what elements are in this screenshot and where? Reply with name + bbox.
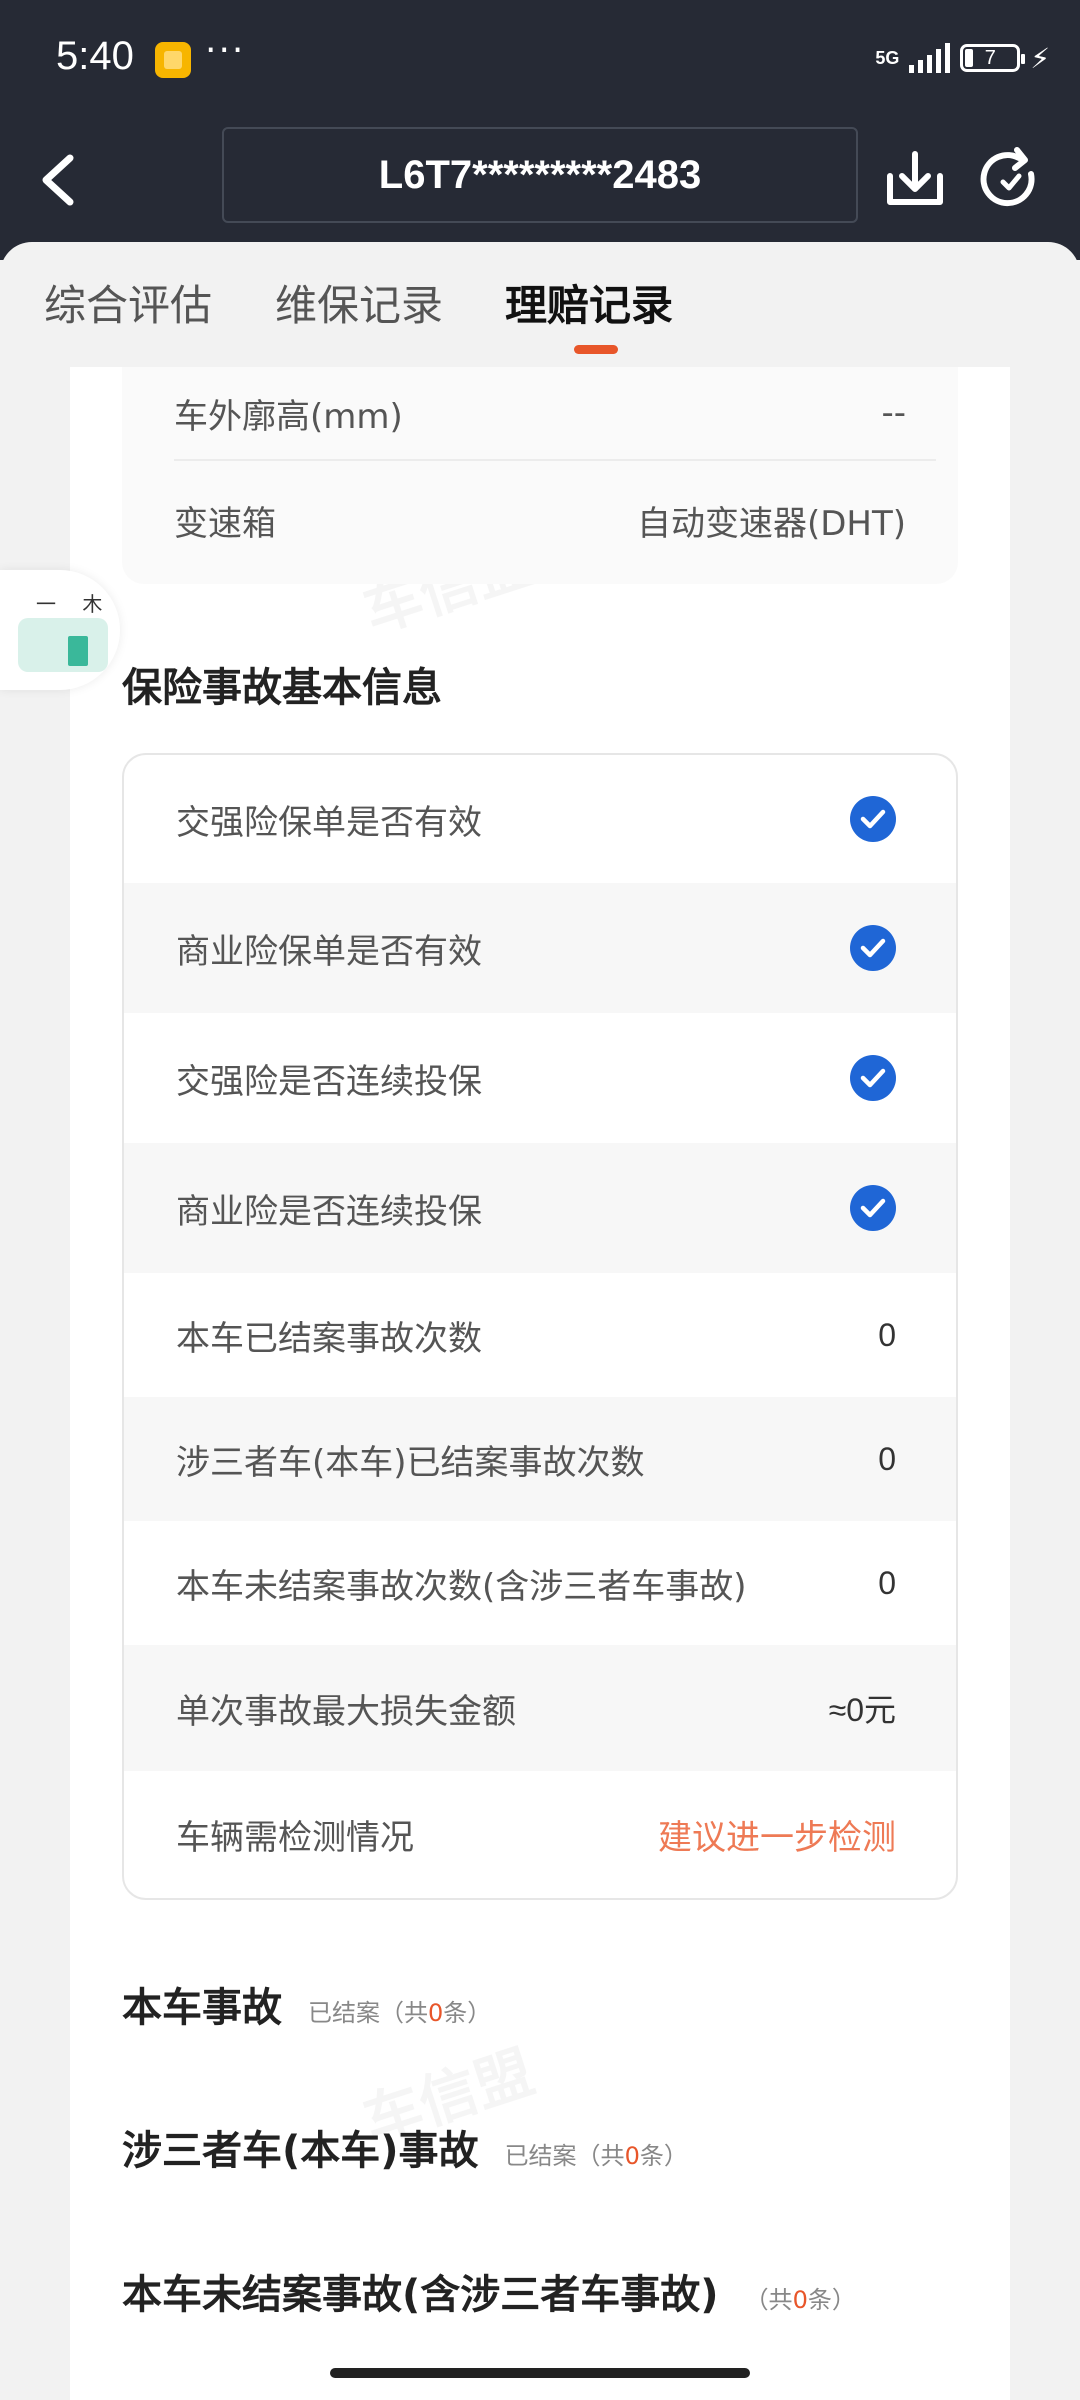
vehicle-info-row: 变速箱 自动变速器(DHT) [174,461,906,579]
accident-count: 已结案（共0条） [308,1999,492,2027]
refresh-button[interactable] [975,140,1045,220]
network-type: 5G [875,48,900,68]
signal-icon [909,43,951,73]
chevron-left-icon [42,154,74,206]
row-label: 交强险是否连续投保 [176,1061,482,1102]
battery-level: 7 [984,46,996,69]
accident-section-title: 本车事故 [122,1985,282,2031]
insurance-row: 车辆需检测情况 建议进一步检测 [124,1771,956,1898]
vehicle-info-row: 车外廓高(mm) -- [174,367,906,459]
row-label: 商业险是否连续投保 [176,1191,482,1232]
row-label: 涉三者车(本车)已结案事故次数 [176,1442,645,1483]
vehicle-info-card: 车外廓高(mm) -- 变速箱 自动变速器(DHT) [122,367,958,584]
row-label: 车外廓高(mm) [174,396,403,437]
accident-section-unsettled[interactable]: 本车未结案事故(含涉三者车事故) （共0条） [122,2262,856,2320]
status-indicators: 5G 7 ⚡ [875,38,1050,78]
download-icon [887,151,943,205]
more-notifications-icon: ··· [205,30,246,71]
inspection-suggestion: 建议进一步检测 [658,1818,896,1858]
accident-section-title: 涉三者车(本车)事故 [122,2128,479,2174]
insurance-info-card: 交强险保单是否有效 商业险保单是否有效 交强险是否连续投保 商业险是否连续投保 … [122,753,958,1900]
row-label: 本车已结案事故次数 [176,1318,482,1359]
row-value: 0 [878,1316,896,1353]
accident-section-third-party[interactable]: 涉三者车(本车)事故 已结案（共0条） [122,2118,688,2176]
charging-icon: ⚡ [1030,41,1050,75]
tab-bar: 综合评估 维保记录 理赔记录 [0,242,1080,362]
accident-section-own[interactable]: 本车事故 已结案（共0条） [122,1975,491,2033]
notification-app-icon [155,42,191,78]
back-button[interactable] [30,140,90,220]
widget-illustration-icon [18,618,108,672]
row-label: 交强险保单是否有效 [176,802,482,843]
refresh-icon [980,147,1035,207]
insurance-row: 交强险保单是否有效 [124,755,956,883]
check-circle-icon [850,925,896,971]
row-value: 自动变速器(DHT) [636,503,906,544]
accident-section-title: 本车未结案事故(含涉三者车事故) [122,2272,719,2318]
accident-count: 已结案（共0条） [504,2142,688,2170]
check-circle-icon [850,1185,896,1231]
download-button[interactable] [880,140,950,220]
insurance-row: 商业险保单是否有效 [124,883,956,1013]
row-value: 0 [878,1440,896,1477]
tab-claims-records[interactable]: 理赔记录 [505,272,673,333]
check-circle-icon [850,1055,896,1101]
floating-assistant-widget[interactable]: 一 木 [0,570,120,690]
insurance-row: 涉三者车(本车)已结案事故次数 0 [124,1397,956,1521]
insurance-row: 交强险是否连续投保 [124,1013,956,1143]
insurance-row: 商业险是否连续投保 [124,1143,956,1273]
row-label: 商业险保单是否有效 [176,931,482,972]
check-circle-icon [850,796,896,842]
row-value: ≈0元 [828,1692,896,1728]
row-value: 0 [878,1564,896,1601]
tab-overall-assessment[interactable]: 综合评估 [44,272,212,333]
battery-icon: 7 [960,44,1026,72]
section-title: 保险事故基本信息 [122,665,442,711]
tab-maintenance-records[interactable]: 维保记录 [275,272,443,333]
row-label: 车辆需检测情况 [176,1818,414,1858]
status-time: 5:40 [56,34,134,78]
insurance-row: 单次事故最大损失金额 ≈0元 [124,1645,956,1771]
row-label: 单次事故最大损失金额 [176,1691,516,1732]
insurance-row: 本车未结案事故次数(含涉三者车事故) 0 [124,1521,956,1645]
row-value: -- [881,393,906,433]
vin-display: L6T7*********2483 [222,127,858,223]
home-indicator[interactable] [330,2368,750,2378]
row-label: 本车未结案事故次数(含涉三者车事故) [176,1566,747,1607]
row-label: 变速箱 [174,503,276,544]
active-tab-indicator [574,345,618,354]
widget-label: 一 木 [36,592,113,616]
accident-count: （共0条） [744,2286,856,2314]
insurance-row: 本车已结案事故次数 0 [124,1273,956,1397]
app-header: 5:40 ··· 5G 7 ⚡ L6T7*********2483 [0,0,1080,260]
